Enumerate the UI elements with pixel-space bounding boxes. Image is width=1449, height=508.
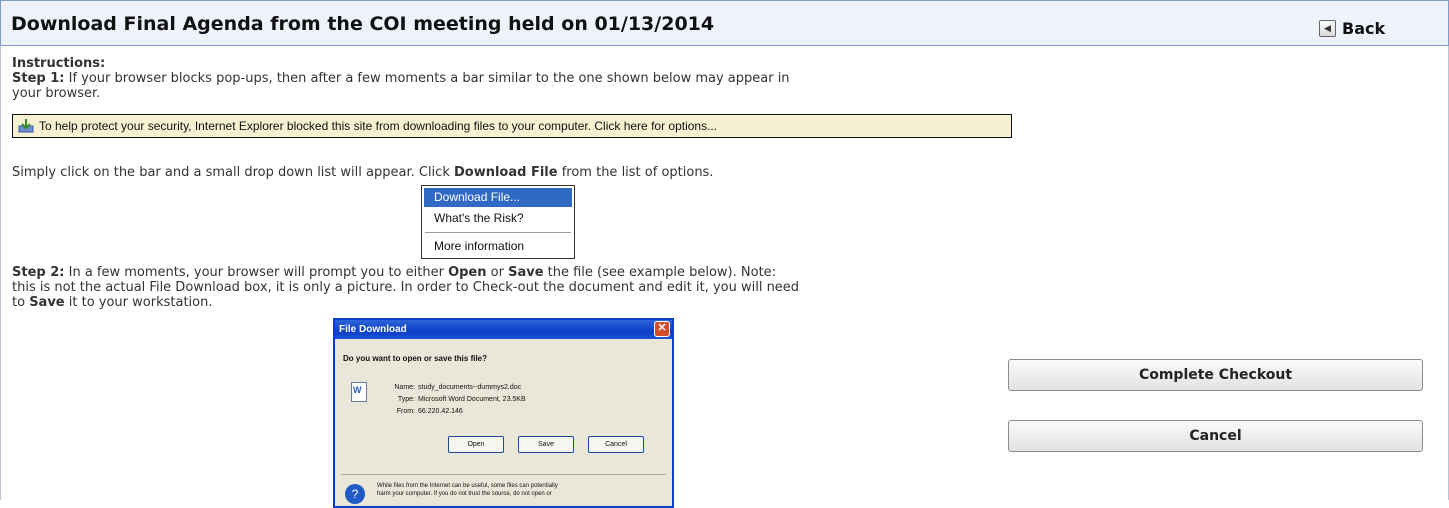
shield-icon: ?	[345, 484, 365, 504]
step1-label: Step 1:	[12, 71, 65, 86]
dialog-question: Do you want to open or save this file?	[343, 354, 488, 363]
download-dropdown-example: Download File... What's the Risk? More i…	[421, 185, 575, 259]
dialog-open-button: Open	[448, 436, 504, 453]
back-label: Back	[1342, 19, 1386, 38]
cancel-button[interactable]: Cancel	[1008, 420, 1423, 452]
step1-line2: your browser.	[12, 86, 101, 101]
step2-b: the file (see example below). Note:	[543, 265, 777, 280]
file-download-dialog-example: File Download ✕ Do you want to open or s…	[333, 318, 674, 508]
type-value: Microsoft Word Document, 23.5KB	[418, 396, 526, 403]
menu-item-more-information[interactable]: More information	[422, 237, 574, 256]
step2-label: Step 2:	[12, 265, 65, 280]
instructions-heading: Instructions:	[12, 56, 106, 71]
name-value: study_documents--dummys2.doc	[418, 384, 522, 391]
step2-save2: Save	[29, 295, 65, 310]
page-title: Download Final Agenda from the COI meeti…	[11, 13, 715, 35]
menu-separator	[425, 232, 571, 233]
back-arrow-icon: ◀	[1319, 20, 1336, 37]
click-text-a: Simply click on the bar and a small drop…	[12, 165, 454, 180]
ie-bar-text: To help protect your security, Internet …	[39, 119, 718, 133]
click-text-b: from the list of options.	[557, 165, 714, 180]
dialog-buttons: Open Save Cancel	[448, 436, 644, 453]
close-icon: ✕	[654, 321, 670, 337]
from-value: 66.220.42.146	[418, 408, 463, 415]
dialog-titlebar: File Download ✕	[335, 320, 672, 339]
from-label: From:	[396, 408, 415, 415]
type-label: Type:	[397, 396, 415, 403]
step2-a: In a few moments, your browser will prom…	[64, 265, 449, 280]
warning-line2: harm your computer. If you do not trust …	[377, 491, 552, 497]
menu-item-download-file[interactable]: Download File...	[424, 188, 572, 207]
complete-checkout-button[interactable]: Complete Checkout	[1008, 359, 1423, 391]
dialog-cancel-button: Cancel	[588, 436, 644, 453]
step2-end: it to your workstation.	[64, 295, 213, 310]
step2-to: to	[12, 295, 30, 310]
file-info: Name: study_documents--dummys2.doc Type: M…	[391, 382, 526, 418]
step2-open: Open	[448, 265, 487, 280]
step2-save: Save	[508, 265, 544, 280]
menu-item-whats-the-risk[interactable]: What's the Risk?	[422, 209, 574, 228]
ie-information-bar[interactable]: To help protect your security, Internet …	[12, 114, 1012, 138]
warning-line1: While files from the Internet can be use…	[377, 483, 558, 489]
dialog-warning: While files from the Internet can be use…	[377, 482, 647, 498]
dialog-save-button: Save	[518, 436, 574, 453]
page-header: Download Final Agenda from the COI meeti…	[0, 0, 1449, 46]
download-shield-icon	[17, 118, 35, 134]
step2-line3: to Save it to your workstation.	[12, 295, 212, 310]
dialog-title: File Download	[339, 324, 407, 335]
name-label: Name:	[394, 384, 415, 391]
step1-text-a: If your browser blocks pop-ups, then aft…	[64, 71, 790, 86]
back-button[interactable]: ◀ Back	[1319, 19, 1385, 38]
step2-line2: this is not the actual File Download box…	[12, 280, 800, 295]
click-instruction: Simply click on the bar and a small drop…	[12, 165, 713, 180]
click-bold: Download File	[453, 165, 558, 180]
step1-line1: Step 1: If your browser blocks pop-ups, …	[12, 71, 790, 86]
dialog-divider	[341, 474, 666, 475]
step2-line1: Step 2: In a few moments, your browser w…	[12, 265, 776, 280]
word-document-icon	[351, 382, 367, 402]
step2-or: or	[486, 265, 509, 280]
